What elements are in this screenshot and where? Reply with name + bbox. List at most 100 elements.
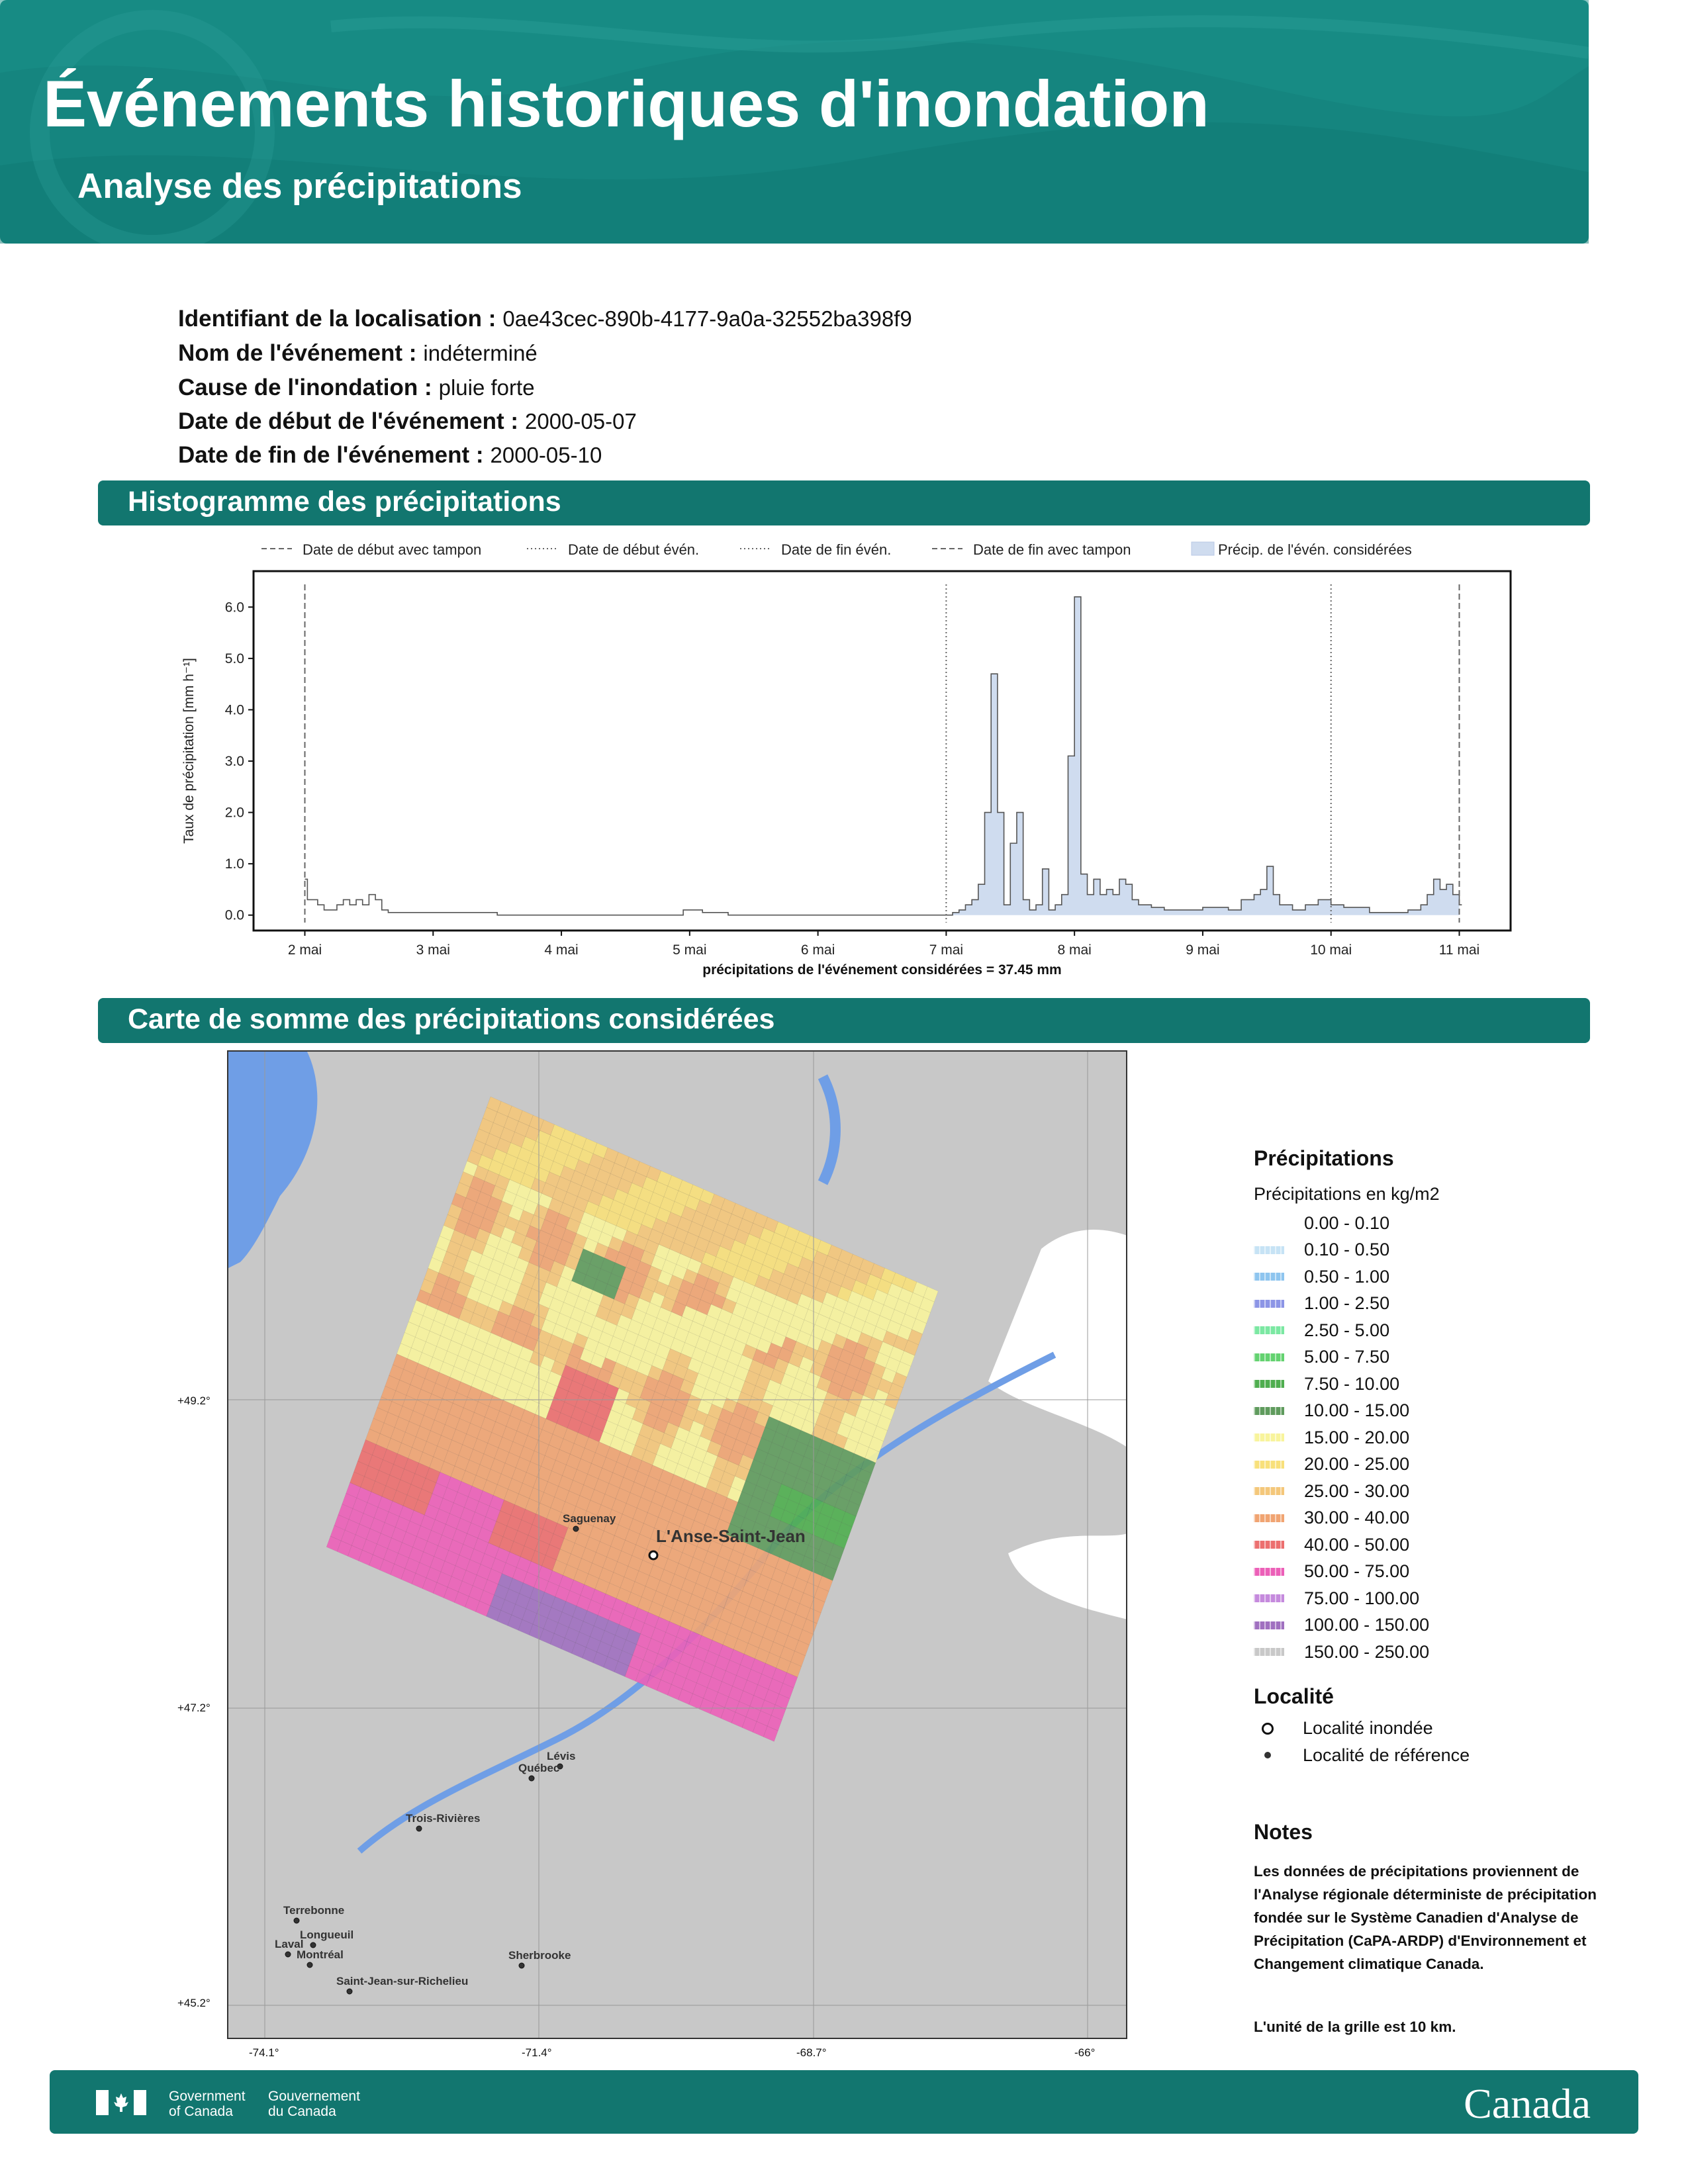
ytick-label-4: 4.0 bbox=[225, 702, 244, 717]
government-of-canada-en: Government of Canada bbox=[169, 2089, 246, 2119]
xtick-label-8: 10 mai bbox=[1310, 942, 1352, 958]
legend-class-label-10: 25.00 - 30.00 bbox=[1304, 1480, 1410, 1501]
ytick-label-0: 0.0 bbox=[225, 908, 244, 923]
legend-label-3: Date de fin avec tampon bbox=[973, 541, 1131, 558]
legend-item-1: Date de début évén. bbox=[527, 541, 699, 558]
precip-histogram: Date de début avec tampon Date de début é… bbox=[165, 529, 1523, 993]
precip-series-line bbox=[305, 596, 1462, 916]
legend-swatch-14 bbox=[1254, 1594, 1284, 1603]
xtick-label-7: 9 mai bbox=[1186, 942, 1219, 958]
notes-text: Les données de précipitations proviennen… bbox=[1254, 1863, 1597, 1972]
gouvernement-du-canada-fr: Gouvernement du Canada bbox=[268, 2089, 360, 2119]
xtick-label-9: 11 mai bbox=[1439, 942, 1479, 958]
ytick-label-6: 6.0 bbox=[225, 600, 244, 615]
legend-item-0: Date de début avec tampon bbox=[261, 541, 481, 558]
legend-class-5: 5.00 - 7.50 bbox=[1254, 1344, 1624, 1371]
ytick-label-1: 1.0 bbox=[225, 856, 244, 872]
open-circle-icon bbox=[1262, 1722, 1274, 1735]
legend-class-label-7: 10.00 - 15.00 bbox=[1304, 1400, 1410, 1421]
place-marker-7 bbox=[285, 1951, 291, 1958]
place-marker-3 bbox=[528, 1775, 535, 1782]
canada-wordmark: Canada bbox=[1464, 2080, 1591, 2127]
place-label-0: L'Anse-Saint-Jean bbox=[656, 1526, 806, 1546]
legend-swatch-13 bbox=[1254, 1567, 1284, 1576]
notes-grid-unit: L'unité de la grille est 10 km. bbox=[1254, 2019, 1456, 2035]
legend-class-3: 1.00 - 2.50 bbox=[1254, 1291, 1624, 1318]
locality-title: Localité bbox=[1254, 1684, 1334, 1708]
legend-class-11: 30.00 - 40.00 bbox=[1254, 1505, 1624, 1532]
place-marker-0 bbox=[648, 1550, 659, 1561]
place-marker-8 bbox=[306, 1962, 313, 1968]
x-axis-label: précipitations de l'événement considérée… bbox=[702, 962, 1061, 978]
place-label-4: Trois-Rivières bbox=[406, 1812, 480, 1825]
xtick-label-6: 8 mai bbox=[1057, 942, 1091, 958]
legend-class-label-13: 50.00 - 75.00 bbox=[1304, 1561, 1410, 1582]
section-histogram-title: Histogramme des précipitations bbox=[128, 486, 561, 518]
legend-class-label-2: 0.50 - 1.00 bbox=[1304, 1266, 1390, 1287]
ytick-label-2: 2.0 bbox=[225, 805, 244, 821]
place-marker-4 bbox=[416, 1825, 422, 1832]
legend-reference-locality: Localité de référence bbox=[1254, 1742, 1624, 1769]
legend-class-2: 0.50 - 1.00 bbox=[1254, 1263, 1624, 1291]
legend-class-label-16: 150.00 - 250.00 bbox=[1304, 1641, 1430, 1662]
info-flood-cause: Cause de l'inondation : pluie forte bbox=[178, 375, 535, 400]
legend-swatch-12 bbox=[1254, 1541, 1284, 1549]
legend-swatch-0 bbox=[1254, 1219, 1284, 1228]
legend-class-label-0: 0.00 - 0.10 bbox=[1304, 1212, 1390, 1233]
legend-label-4: Précip. de l'évén. considérées bbox=[1218, 541, 1412, 558]
legend-swatch-10 bbox=[1254, 1487, 1284, 1496]
legend-item-2: Date de fin évén. bbox=[740, 541, 891, 558]
place-label-5: Terrebonne bbox=[283, 1904, 344, 1917]
map-svg: L'Anse-Saint-Jean Saguenay LévisQuébec Troi… bbox=[227, 1050, 1127, 2039]
page-subtitle: Analyse des précipitations bbox=[77, 167, 522, 206]
ytick-label-5: 5.0 bbox=[225, 651, 244, 666]
info-start-date: Date de début de l'événement :2000-05-07 bbox=[178, 408, 637, 434]
info-location-id: Identifiant de la localisation :0ae43cec… bbox=[178, 306, 912, 332]
lon-label-2: -71.4° bbox=[522, 2046, 552, 2059]
place-marker-5 bbox=[293, 1917, 300, 1924]
section-map-title: Carte de somme des précipitations consid… bbox=[128, 1003, 775, 1035]
section-map-header: Carte de somme des précipitations consid… bbox=[98, 998, 1590, 1043]
info-event-name: Nom de l'événement : indéterminé bbox=[178, 340, 538, 366]
lat-label-2: +47.2° bbox=[177, 1702, 211, 1714]
legend-swatch-4 bbox=[1254, 1326, 1284, 1335]
legend-swatch-2 bbox=[1254, 1273, 1284, 1281]
legend-class-0: 0.00 - 0.10 bbox=[1254, 1210, 1624, 1237]
legend-class-13: 50.00 - 75.00 bbox=[1254, 1559, 1624, 1586]
legend-swatch-15 bbox=[1254, 1621, 1284, 1629]
legend-class-14: 75.00 - 100.00 bbox=[1254, 1585, 1624, 1612]
legend-title: Précipitations bbox=[1254, 1146, 1394, 1170]
xtick-label-1: 3 mai bbox=[416, 942, 450, 958]
legend-class-9: 20.00 - 25.00 bbox=[1254, 1451, 1624, 1479]
legend-class-15: 100.00 - 150.00 bbox=[1254, 1612, 1624, 1639]
lon-label-3: -68.7° bbox=[796, 2046, 827, 2059]
xtick-label-5: 7 mai bbox=[929, 942, 963, 958]
legend-label-0: Date de début avec tampon bbox=[303, 541, 481, 558]
legend-item-4: Précip. de l'évén. considérées bbox=[1191, 541, 1412, 558]
legend-swatch-11 bbox=[1254, 1514, 1284, 1522]
legend-flooded-label: Localité inondée bbox=[1303, 1718, 1433, 1739]
legend-class-16: 150.00 - 250.00 bbox=[1254, 1639, 1624, 1666]
legend-class-label-6: 7.50 - 10.00 bbox=[1304, 1373, 1400, 1394]
legend-class-label-5: 5.00 - 7.50 bbox=[1304, 1347, 1390, 1367]
info-end-date: Date de fin de l'événement :2000-05-10 bbox=[178, 442, 602, 468]
notes-title: Notes bbox=[1254, 1820, 1313, 1844]
y-axis-label: Taux de précipitation [mm h⁻¹] bbox=[181, 658, 197, 844]
legend-subtitle: Précipitations en kg/m2 bbox=[1254, 1184, 1440, 1204]
legend-class-label-8: 15.00 - 20.00 bbox=[1304, 1427, 1410, 1447]
place-label-1: Saguenay bbox=[563, 1512, 616, 1525]
lat-label-3: +45.2° bbox=[177, 1997, 211, 2009]
legend-flooded-locality: Localité inondée bbox=[1254, 1715, 1624, 1743]
plot-frame bbox=[252, 570, 1512, 932]
legend-class-10: 25.00 - 30.00 bbox=[1254, 1478, 1624, 1505]
precip-map: L'Anse-Saint-Jean Saguenay Lévis Québec Troi… bbox=[177, 1050, 1127, 2059]
legend-classes: 0.00 - 0.10 0.10 - 0.50 0.50 - 1.00 1.00 - … bbox=[1254, 1210, 1624, 1666]
legend-swatch-1 bbox=[1254, 1246, 1284, 1254]
header-banner: Événements historiques d'inondation Anal… bbox=[0, 0, 1589, 244]
legend-swatch-5 bbox=[1254, 1353, 1284, 1361]
legend-item-3: Date de fin avec tampon bbox=[932, 541, 1131, 558]
legend-swatch-8 bbox=[1254, 1433, 1284, 1442]
legend-swatch-9 bbox=[1254, 1460, 1284, 1469]
place-label-8: Montréal bbox=[297, 1948, 344, 1961]
xtick-label-4: 6 mai bbox=[801, 942, 835, 958]
